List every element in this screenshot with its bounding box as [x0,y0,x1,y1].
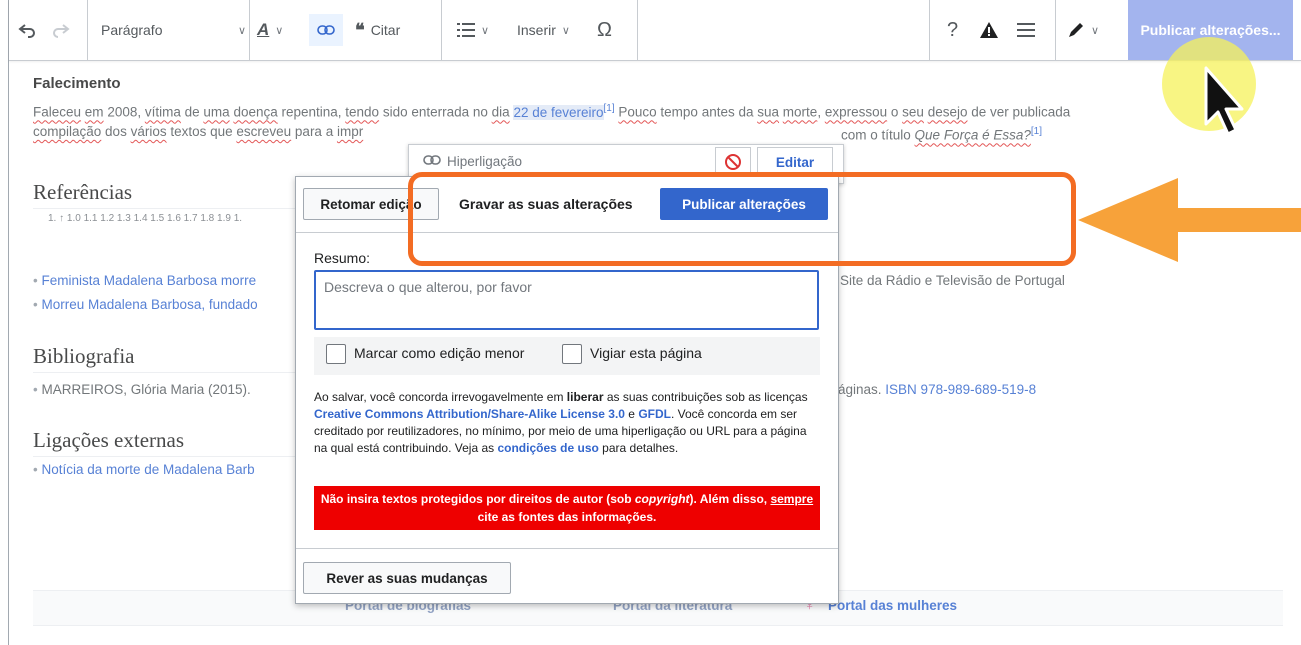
minor-edit-label: Marcar como edição menor [354,345,525,361]
help-icon[interactable]: ? [947,14,969,46]
list-icon[interactable]: ∨ [457,14,509,46]
omega-icon[interactable]: Ω [597,14,627,46]
cite-label: Citar [370,22,401,38]
review-changes-button[interactable]: Rever as suas mudanças [303,562,511,594]
undo-icon[interactable] [17,14,45,46]
text: copyright [634,492,690,506]
watch-page-checkbox[interactable] [562,344,582,364]
text-style-icon[interactable]: A ∨ [257,14,307,46]
minor-edit-checkbox[interactable] [326,344,346,364]
chevron-down-icon: ∨ [481,24,490,37]
mouse-cursor-icon [1204,66,1244,136]
save-dialog-footer [296,548,838,549]
hyperlink-label: Hiperligação [447,154,523,169]
chevron-down-icon: ∨ [561,24,570,37]
gfdl-link[interactable]: GFDL [638,407,671,421]
cite-button[interactable]: ❝ Citar [355,14,435,46]
redo-icon[interactable] [51,14,79,46]
text: para detalhes. [598,441,679,455]
format-dropdown[interactable]: Parágrafo ∨ [101,14,246,46]
format-label: Parágrafo [101,22,163,38]
summary-input[interactable]: Descreva o que alterou, por favor [314,270,819,330]
text: as suas contribuições sob as licenças [603,390,808,404]
chevron-down-icon: ∨ [1091,24,1100,37]
annotation-highlight-box [408,172,1076,266]
editor-toolbar: Parágrafo ∨ A ∨ ❝ Citar ∨ Inserir ∨ Ω ? … [9,0,1301,61]
text: ). Além disso, [689,492,771,506]
remove-icon [725,154,741,170]
chevron-down-icon: ∨ [237,24,246,37]
link-icon[interactable] [309,14,343,46]
hamburger-icon[interactable] [1017,14,1047,46]
insert-label: Inserir [517,22,556,38]
insert-dropdown[interactable]: Inserir ∨ [517,14,589,46]
summary-label: Resumo: [314,250,371,266]
warning-icon[interactable] [979,14,1009,46]
pencil-icon[interactable]: ∨ [1067,14,1123,46]
sempre-link[interactable]: sempre [770,492,813,506]
copyright-warning: Não insira textos protegidos por direito… [314,486,820,530]
text: Não insira textos protegidos por direito… [320,492,635,506]
text: liberar [566,390,604,404]
text: Ao salvar, você concorda irrevogavelment… [314,390,567,404]
text: e [624,407,639,421]
cc-license-link[interactable]: Creative Commons Attribution/Share-Alike… [314,407,625,421]
link-icon [423,154,441,169]
license-notice: Ao salvar, você concorda irrevogavelment… [314,389,820,457]
watch-page-label: Vigiar esta página [590,345,702,361]
annotation-arrow-icon [1078,178,1301,262]
terms-of-use-link[interactable]: condições de uso [497,441,598,455]
chevron-down-icon: ∨ [275,24,284,37]
text: cite as fontes das informações. [477,510,657,524]
